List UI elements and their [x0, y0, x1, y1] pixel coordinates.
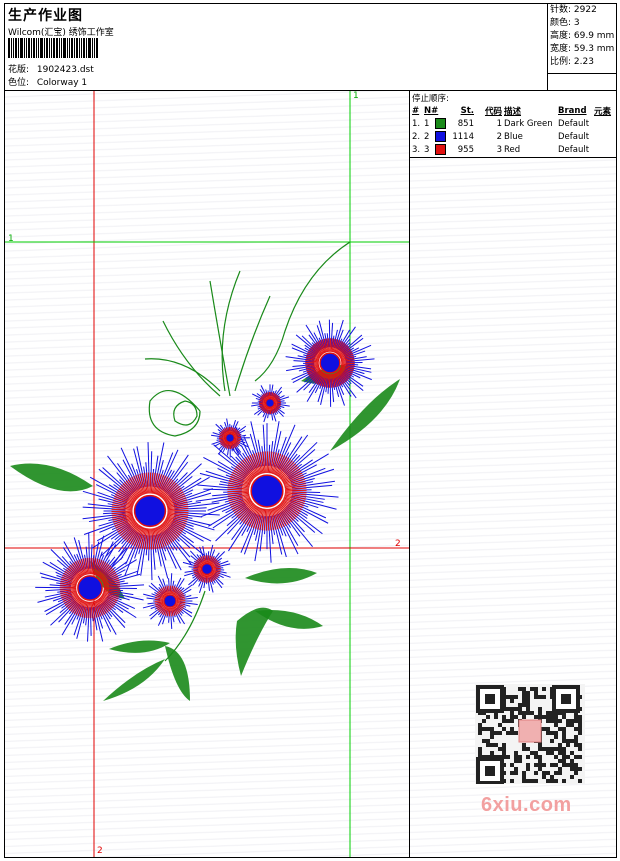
color-swatch	[435, 144, 447, 155]
flower	[35, 533, 145, 642]
file-label: 花版:	[8, 65, 30, 75]
stat-ratio: 比例: 2.23	[550, 57, 594, 67]
cell-num: 1.	[412, 118, 421, 129]
flower	[251, 384, 290, 423]
table-row: 2. 2 1114 2 Blue Default	[411, 130, 612, 143]
col-header: #	[412, 105, 420, 116]
embroidery-preview	[5, 91, 409, 857]
stat-stitches: 针数: 2922	[550, 5, 597, 15]
stat-colors: 颜色: 3	[550, 18, 580, 28]
needle-cell: 2	[423, 130, 449, 143]
file-value: 1902423.dst	[36, 65, 94, 75]
cell-element	[593, 117, 612, 130]
cell-desc: Blue	[504, 131, 523, 142]
flowers	[35, 319, 375, 642]
needle-number: 1	[424, 119, 430, 129]
needle-number: 3	[424, 145, 430, 155]
barcode	[8, 38, 99, 58]
colorway-row: 色位: Colorway 1	[8, 75, 87, 88]
studio-name: Wilcom(汇宝) 绣饰工作室	[8, 28, 114, 38]
stop-sequence-title: 停止顺序:	[412, 94, 449, 104]
cell-num: 2.	[412, 131, 421, 142]
design-stats: 针数: 2922 颜色: 3 高度: 69.9 mm 宽度: 59.3 mm 比…	[547, 4, 617, 74]
cell-st: 851	[457, 118, 474, 129]
qr-code	[475, 684, 585, 785]
col-header: St.	[460, 105, 474, 116]
stat-width: 宽度: 59.3 mm	[550, 44, 615, 54]
needle-number: 2	[424, 132, 430, 142]
header-panel: 生产作业图 Wilcom(汇宝) 绣饰工作室 花版: 1902423.dst 色…	[5, 4, 548, 90]
file-row: 花版: 1902423.dst	[8, 62, 94, 75]
stop-sequence-table: # N# St. 代码 描述 Brand 元素 1. 1 851 1 Dark Gree…	[411, 104, 612, 156]
flower	[142, 573, 198, 629]
cell-desc: Red	[504, 144, 521, 155]
needle-cell: 3	[423, 143, 449, 156]
col-header: 元素	[594, 106, 612, 117]
cell-st: 1114	[452, 131, 474, 142]
cell-code: 3	[496, 144, 502, 155]
cell-num: 3.	[412, 144, 421, 155]
table-row: 3. 3 955 3 Red Default	[411, 143, 612, 156]
stop-sequence-table-box: 停止顺序: # N# St. 代码 描述 Brand 元素 1. 1 851 1 Dar…	[410, 91, 616, 158]
needle-cell: 1	[423, 117, 449, 130]
leaves	[10, 365, 400, 701]
guide-label-h2: 2	[395, 539, 401, 549]
cell-brand: Default	[558, 118, 590, 129]
page-title: 生产作业图	[8, 8, 83, 24]
table-row: 1. 1 851 1 Dark Green Default	[411, 117, 612, 130]
col-header: 代码	[484, 106, 502, 117]
qr-code-image	[476, 685, 582, 785]
cell-code: 2	[496, 131, 502, 142]
colorway-label: 色位:	[8, 78, 30, 88]
color-swatch	[435, 118, 447, 129]
colorway-value: Colorway 1	[36, 78, 88, 88]
guide-label-h1: 1	[8, 234, 14, 244]
watermark-logo: 6xiu.com	[481, 794, 572, 816]
flower	[285, 319, 375, 407]
flower	[211, 418, 250, 458]
col-header: N#	[424, 105, 439, 116]
col-header: 描述	[504, 106, 522, 117]
guide-label-v1: 1	[353, 91, 359, 101]
cell-st: 955	[457, 144, 474, 155]
guide-label-v2: 2	[97, 846, 103, 856]
cell-element	[593, 130, 612, 143]
color-swatch	[435, 131, 447, 142]
col-header: Brand	[558, 105, 587, 116]
table-header-row: # N# St. 代码 描述 Brand 元素	[411, 104, 612, 117]
cell-brand: Default	[558, 131, 590, 142]
cell-desc: Dark Green	[504, 118, 553, 129]
production-worksheet: 生产作业图 Wilcom(汇宝) 绣饰工作室 花版: 1902423.dst 色…	[4, 3, 617, 858]
cell-code: 1	[496, 118, 502, 129]
design-preview: 1 1 2 2	[5, 91, 410, 857]
cell-brand: Default	[558, 144, 590, 155]
stat-height: 高度: 69.9 mm	[550, 31, 615, 41]
flower	[182, 544, 231, 593]
cell-element	[593, 143, 612, 156]
